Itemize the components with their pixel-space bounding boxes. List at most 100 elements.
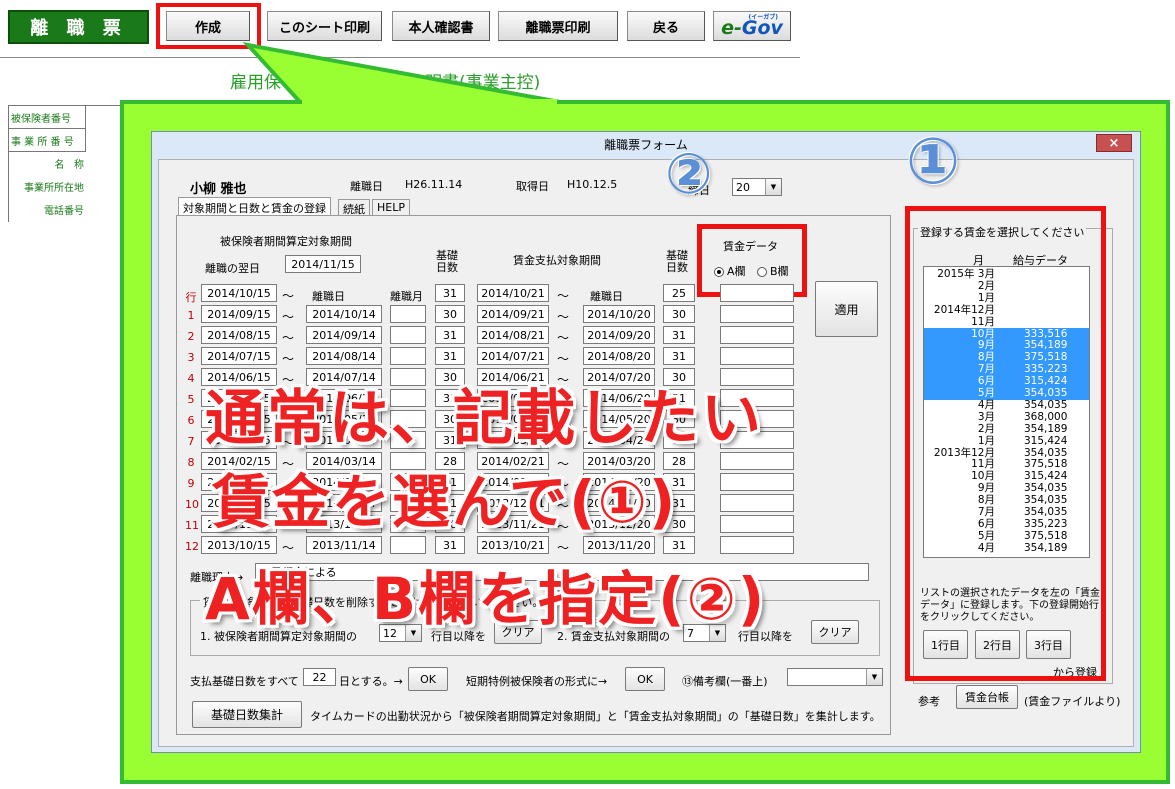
tilde-separator: 〜 (557, 310, 570, 324)
base-days-header: 基礎日数 (436, 249, 458, 274)
closing-day-select[interactable]: 20 ▼ (732, 178, 782, 196)
row-number: 7 (187, 435, 195, 448)
tab-period[interactable]: 対象期間と日数と賃金の登録 (178, 197, 331, 216)
period-to[interactable]: 2014/09/14 (306, 326, 382, 344)
wage-days[interactable]: 25 (663, 284, 695, 302)
wage-from[interactable]: 2014/07/21 (477, 347, 549, 365)
period-month[interactable] (390, 326, 426, 344)
wage-ledger-button[interactable]: 賃金台帳 (956, 685, 1018, 709)
next-day-field[interactable]: 2014/11/15 (285, 255, 361, 273)
wage-data-field[interactable] (720, 305, 794, 323)
wage-period-header: 賃金支払対象期間 (513, 254, 601, 267)
row-number: 4 (187, 372, 195, 385)
col-b-label: B欄 (770, 265, 789, 278)
period-days[interactable]: 30 (435, 305, 465, 323)
wage-data-field[interactable] (720, 473, 794, 491)
radio-on-icon (714, 267, 724, 277)
period-month[interactable] (390, 305, 426, 323)
retire-date-value: H26.11.14 (405, 178, 463, 191)
acquire-date-label: 取得日 (516, 180, 549, 193)
wage-days[interactable]: 31 (663, 347, 695, 365)
short-term-label: 短期特例被保険者の形式に→ (466, 675, 608, 688)
row-number: 10 (185, 498, 199, 511)
clear2-button[interactable]: クリア (811, 620, 859, 644)
all-days-field[interactable]: 22 (303, 668, 336, 686)
sum-button[interactable]: 基礎日数集計 (192, 701, 302, 728)
period-days[interactable]: 31 (435, 347, 465, 365)
callout-seam (302, 99, 557, 107)
closing-day-value: 20 (736, 180, 750, 194)
close-icon: × (1108, 135, 1120, 151)
period-from[interactable]: 2014/07/15 (201, 347, 277, 365)
remarks-select[interactable]: ▼ (787, 668, 883, 686)
annotation-line-2: 賃金を選んで(①) (212, 468, 678, 536)
sum-description: タイムカードの出勤状況から「被保険者期間算定対象期間」と「賃金支払対象期間」の「… (310, 710, 881, 723)
row-number: 12 (185, 540, 199, 553)
all-days-label: 支払基礎日数をすべて (190, 675, 299, 688)
period-from[interactable]: 2014/10/15 (201, 284, 277, 302)
period-from[interactable]: 2014/08/15 (201, 326, 277, 344)
tilde-separator: 〜 (282, 310, 295, 324)
row-number: 行 (185, 291, 197, 304)
short-term-ok-button[interactable]: OK (625, 667, 665, 691)
annotation-circle-1: ① (906, 125, 961, 199)
tab-help[interactable]: HELP (372, 199, 410, 216)
wage-days[interactable]: 31 (663, 326, 695, 344)
annotation-circle-2: ② (665, 142, 713, 207)
col-a-radio[interactable]: A欄 (714, 263, 746, 279)
wage-from[interactable]: 2014/09/21 (477, 305, 549, 323)
wage-to: 離職日 (590, 290, 623, 303)
tilde-separator: 〜 (557, 352, 570, 366)
all-days-ok-button[interactable]: OK (408, 667, 448, 691)
remarks-label: ⑬備考欄(一番上) (682, 675, 768, 688)
row-number: 1 (187, 309, 195, 322)
period-to[interactable]: 2014/08/14 (306, 347, 382, 365)
annotation-line-3: A欄、B欄を指定(②) (205, 565, 767, 633)
callout-pointer (242, 41, 561, 104)
chevron-down-icon: ▼ (765, 179, 781, 195)
wage-data-label: 賃金データ (723, 240, 778, 253)
col-b-radio[interactable]: B欄 (757, 263, 789, 279)
wage-to[interactable]: 2014/10/20 (583, 305, 655, 323)
period-header: 被保険者期間算定対象期間 (220, 235, 352, 248)
next-day-label: 離職の翌日 (205, 262, 260, 275)
period-to[interactable]: 2014/10/14 (306, 305, 382, 323)
base-days-header-2: 基礎日数 (666, 249, 688, 274)
tilde-separator: 〜 (282, 331, 295, 345)
tilde-separator: 〜 (557, 331, 570, 345)
wage-from[interactable]: 2014/08/21 (477, 326, 549, 344)
wage-panel-highlight (905, 206, 1106, 681)
wage-data-field[interactable] (720, 494, 794, 512)
wage-days[interactable]: 30 (663, 305, 695, 323)
wage-data-field[interactable] (720, 326, 794, 344)
wage-from[interactable]: 2014/10/21 (477, 284, 549, 302)
period-days[interactable]: 31 (435, 326, 465, 344)
ref-label: 参考 (918, 695, 940, 708)
tab-help-label: HELP (377, 201, 405, 214)
row-number: 5 (187, 393, 195, 406)
wage-to[interactable]: 2014/08/20 (583, 347, 655, 365)
period-to: 離職日 (312, 290, 345, 303)
wage-to[interactable]: 2014/09/20 (583, 326, 655, 344)
period-month: 離職月 (390, 290, 423, 303)
tilde-separator: 〜 (282, 289, 295, 303)
wage-data-field[interactable] (720, 515, 794, 533)
period-from[interactable]: 2014/09/15 (201, 305, 277, 323)
annotation-line-1: 通常は、記載したい (205, 384, 763, 454)
wage-data-field[interactable] (720, 347, 794, 365)
close-button[interactable]: × (1096, 134, 1132, 152)
wage-data-field[interactable] (720, 284, 794, 302)
chevron-down-icon: ▼ (866, 669, 882, 685)
tilde-separator: 〜 (557, 289, 570, 303)
row-number: 3 (187, 351, 195, 364)
retire-date-label: 離職日 (350, 180, 383, 193)
period-month[interactable] (390, 347, 426, 365)
apply-button[interactable]: 適用 (815, 281, 878, 337)
tab-continuation[interactable]: 続紙 (338, 199, 370, 216)
employee-name: 小柳 雅也 (190, 182, 247, 197)
row-number: 9 (187, 477, 195, 490)
period-days[interactable]: 31 (435, 284, 465, 302)
form-titlebar: 離職票フォーム (152, 132, 1140, 157)
acquire-date-value: H10.12.5 (567, 178, 618, 191)
row-number: 6 (187, 414, 195, 427)
